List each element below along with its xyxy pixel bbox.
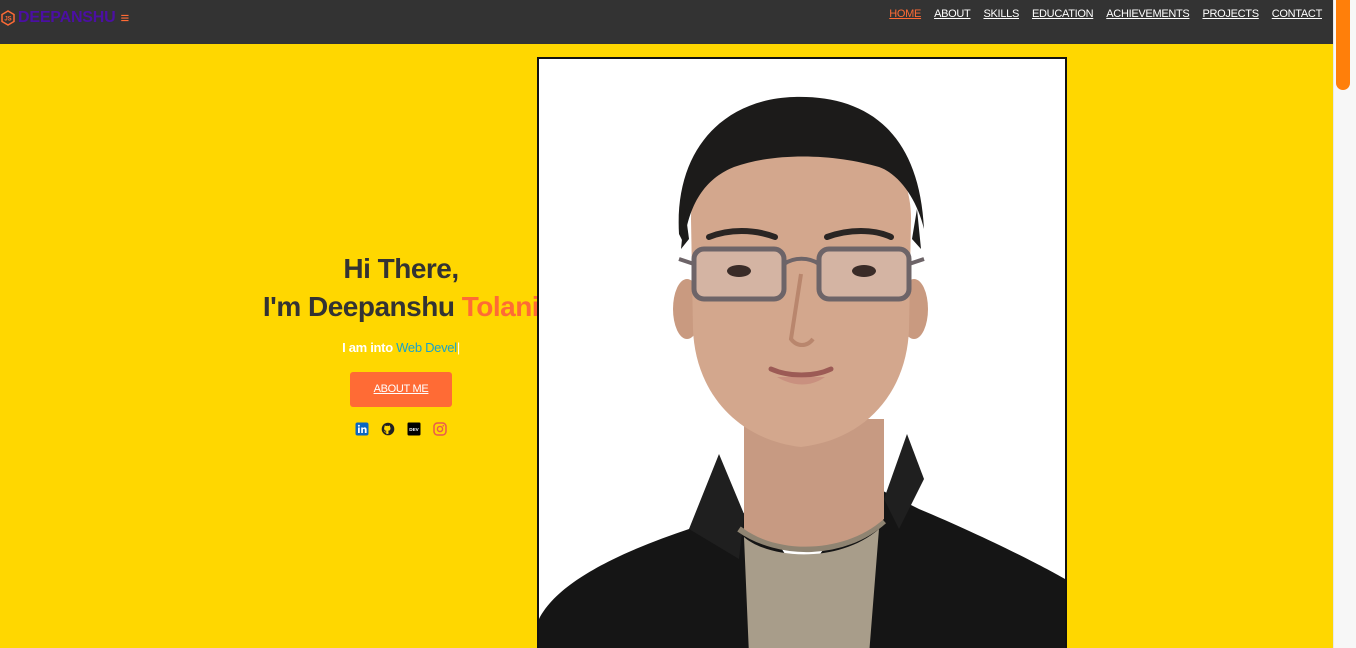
nav-skills[interactable]: SKILLS xyxy=(983,8,1019,20)
linkedin-icon[interactable] xyxy=(355,422,369,436)
greeting-line1: Hi There, xyxy=(343,253,459,284)
typed-prefix: I am into xyxy=(342,340,397,355)
nav-home[interactable]: HOME xyxy=(889,8,921,20)
profile-portrait-illustration xyxy=(539,59,1065,648)
nav-contact[interactable]: CONTACT xyxy=(1272,8,1323,20)
brand-name[interactable]: DEEPANSHU xyxy=(18,9,116,27)
typed-cursor: | xyxy=(456,340,460,355)
dev-icon[interactable]: DEV xyxy=(407,422,421,436)
nav-education[interactable]: EDUCATION xyxy=(1032,8,1094,20)
svg-text:JS: JS xyxy=(4,17,11,23)
nav-about[interactable]: ABOUT xyxy=(934,8,971,20)
nav-links: HOME ABOUT SKILLS EDUCATION ACHIEVEMENTS… xyxy=(889,8,1322,20)
navbar: JS DEEPANSHU ≡ HOME ABOUT SKILLS EDUCATI… xyxy=(0,0,1333,44)
greeting-name-prefix: I'm Deepanshu xyxy=(262,291,462,322)
profile-photo xyxy=(537,57,1067,648)
page-scrollbar-thumb[interactable] xyxy=(1336,0,1350,90)
svg-text:DEV: DEV xyxy=(409,427,419,432)
social-links: DEV xyxy=(240,422,562,436)
hero-greeting: Hi There, I'm Deepanshu Tolani xyxy=(240,250,562,326)
nav-achievements[interactable]: ACHIEVEMENTS xyxy=(1106,8,1190,20)
js-hexagon-logo-icon: JS xyxy=(1,10,15,26)
typed-line: I am into Web Devel| xyxy=(240,340,562,355)
brand[interactable]: JS DEEPANSHU ≡ xyxy=(0,8,129,28)
nav-projects[interactable]: PROJECTS xyxy=(1202,8,1259,20)
hero-content: Hi There, I'm Deepanshu Tolani I am into… xyxy=(240,250,562,436)
instagram-icon[interactable] xyxy=(433,422,447,436)
hamburger-icon[interactable]: ≡ xyxy=(120,11,129,26)
github-icon[interactable] xyxy=(381,422,395,436)
typed-text: Web Devel xyxy=(396,340,457,355)
greeting-name-highlight: Tolani xyxy=(461,291,540,322)
page-scrollbar-track[interactable] xyxy=(1333,0,1356,648)
about-me-button[interactable]: ABOUT ME xyxy=(350,372,452,407)
